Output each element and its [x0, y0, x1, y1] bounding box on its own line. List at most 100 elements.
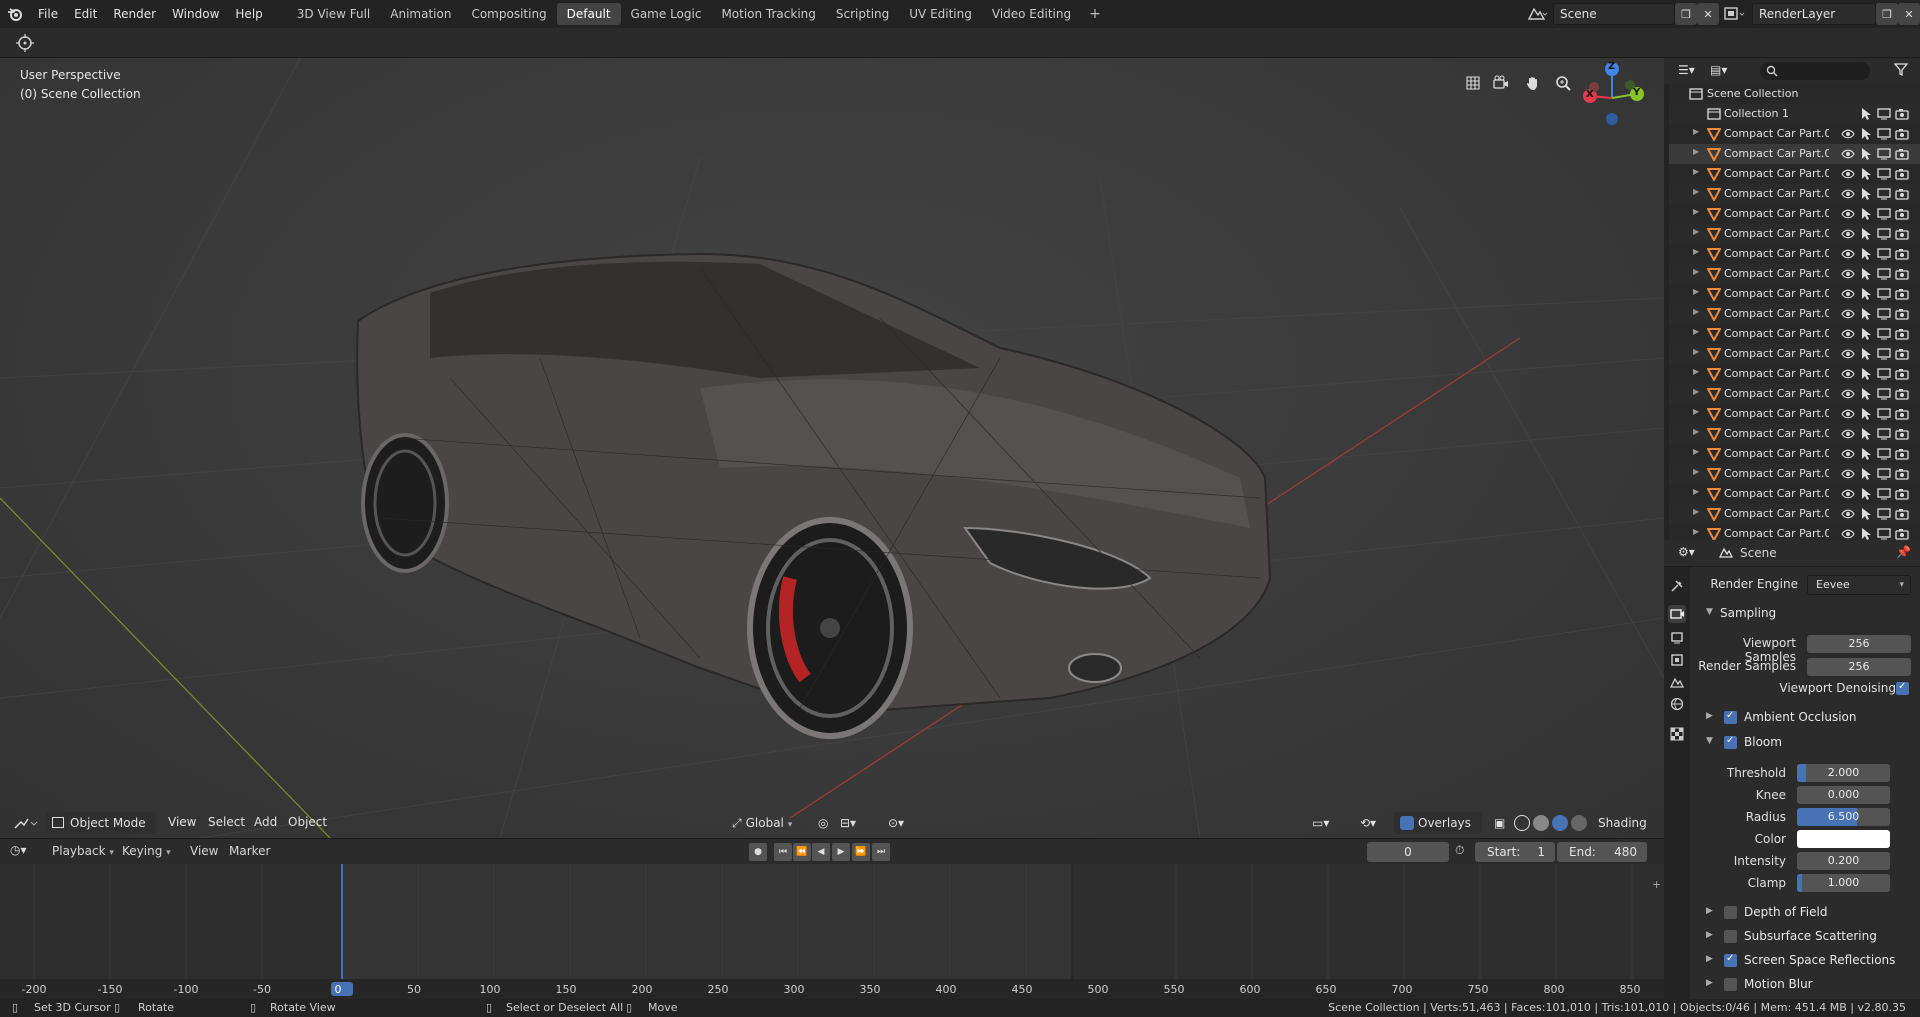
jump-end-icon[interactable]: ⏭ [872, 843, 890, 861]
expand-arrow-icon[interactable]: ▶ [1693, 187, 1699, 196]
render-tab-icon[interactable] [1668, 605, 1686, 623]
viewport-display-icon[interactable] [1877, 267, 1891, 281]
end-frame-field[interactable]: End: 480 [1557, 842, 1647, 862]
duplicate-scene-icon[interactable]: ❐ [1675, 3, 1697, 25]
duplicate-layer-icon[interactable]: ❐ [1876, 3, 1898, 25]
outliner-object-item[interactable]: ▶ Compact Car Part.0: [1669, 324, 1920, 344]
selectable-cursor-icon[interactable] [1859, 407, 1873, 421]
jump-start-icon[interactable]: ⏮ [774, 843, 792, 861]
tab-animation[interactable]: Animation [380, 3, 461, 25]
viewport-display-icon[interactable] [1877, 487, 1891, 501]
selectable-cursor-icon[interactable] [1859, 207, 1873, 221]
outliner-scene-collection[interactable]: Scene Collection [1669, 84, 1920, 104]
threshold-slider[interactable]: 2.000 [1797, 764, 1890, 782]
render-camera-icon[interactable] [1895, 487, 1909, 501]
outliner-collection-1[interactable]: Collection 1 [1669, 104, 1920, 124]
outliner-object-item[interactable]: ▶ Compact Car Part.0: [1669, 344, 1920, 364]
timeline-menu-keying[interactable]: Keying ▾ [122, 844, 171, 858]
screen-space-reflections-section[interactable]: ▶ Screen Space Reflections [1690, 950, 1916, 972]
3d-viewport[interactable]: User Perspective (0) Scene Collection Z … [0, 58, 1664, 838]
render-camera-icon[interactable] [1895, 187, 1909, 201]
render-camera-icon[interactable] [1895, 167, 1909, 181]
pan-hand-icon[interactable] [1520, 70, 1546, 96]
expand-arrow-icon[interactable]: ▶ [1693, 267, 1699, 276]
viewport-display-icon[interactable] [1877, 327, 1891, 341]
outliner-object-item[interactable]: ▶ Compact Car Part.0 [1669, 224, 1920, 244]
viewport-display-icon[interactable] [1877, 147, 1891, 161]
timeline-add-region-icon[interactable]: + [1652, 878, 1661, 891]
render-camera-icon[interactable] [1895, 347, 1909, 361]
outliner-object-item[interactable]: ▶ Compact Car Part.0 [1669, 304, 1920, 324]
depth-of-field-section[interactable]: ▶ Depth of Field [1690, 902, 1916, 924]
outliner-search-input[interactable] [1760, 62, 1870, 80]
current-frame-field[interactable]: 0 [1367, 842, 1449, 862]
output-tab-icon[interactable] [1668, 629, 1686, 647]
expand-arrow-icon[interactable]: ▶ [1693, 447, 1699, 456]
selectable-cursor-icon[interactable] [1859, 467, 1873, 481]
expand-arrow-icon[interactable]: ▶ [1693, 127, 1699, 136]
filter-icon[interactable] [1893, 63, 1910, 80]
viewport-display-icon[interactable] [1877, 207, 1891, 221]
outliner-object-item[interactable]: ▶ Compact Car Part.0( [1669, 144, 1920, 164]
viewport-menu-add[interactable]: Add [254, 815, 277, 829]
viewport-menu-view[interactable]: View [168, 815, 196, 829]
intensity-field[interactable]: 0.200 [1797, 852, 1890, 870]
render-camera-icon[interactable] [1895, 467, 1909, 481]
viewport-display-icon[interactable] [1877, 527, 1891, 540]
outliner-object-item[interactable]: ▶ Compact Car Part.0: [1669, 364, 1920, 384]
car-model[interactable] [356, 252, 1272, 739]
menu-render[interactable]: Render [105, 0, 164, 28]
render-camera-icon[interactable] [1895, 247, 1909, 261]
motion-blur-checkbox[interactable] [1724, 978, 1737, 991]
start-frame-field[interactable]: Start: 1 [1475, 842, 1555, 862]
expand-arrow-icon[interactable]: ▶ [1693, 287, 1699, 296]
delete-scene-icon[interactable]: ✕ [1697, 3, 1719, 25]
pivot-point-icon[interactable]: ◎ [812, 812, 832, 834]
outliner-object-item[interactable]: ▶ Compact Car Part.0: [1669, 504, 1920, 524]
viewport-display-icon[interactable] [1877, 467, 1891, 481]
outliner-object-item[interactable]: ▶ Compact Car Part.0 [1669, 204, 1920, 224]
transform-orientation-dropdown[interactable]: ⤢ Global ▾ [726, 812, 810, 834]
eye-icon[interactable] [1841, 287, 1855, 301]
viewport-samples-field[interactable]: 256 [1807, 635, 1911, 653]
render-camera-icon[interactable] [1895, 127, 1909, 141]
clamp-slider[interactable]: 1.000 [1797, 874, 1890, 892]
selectable-cursor-icon[interactable] [1859, 107, 1873, 121]
gizmo-toggle-icon[interactable]: ⟲▾ [1354, 812, 1390, 834]
render-camera-icon[interactable] [1895, 427, 1909, 441]
eye-icon[interactable] [1841, 367, 1855, 381]
eye-icon[interactable] [1841, 347, 1855, 361]
selectable-cursor-icon[interactable] [1859, 327, 1873, 341]
radius-slider[interactable]: 6.500 [1797, 808, 1890, 826]
overlays-dropdown[interactable]: Overlays ▾ [1394, 812, 1482, 834]
knee-field[interactable]: 0.000 [1797, 786, 1890, 804]
outliner-object-item[interactable]: ▶ Compact Car Part.0( [1669, 164, 1920, 184]
render-camera-icon[interactable] [1895, 107, 1909, 121]
world-tab-icon[interactable] [1668, 695, 1686, 713]
eye-icon[interactable] [1841, 387, 1855, 401]
expand-arrow-icon[interactable]: ▶ [1693, 467, 1699, 476]
selectable-cursor-icon[interactable] [1859, 307, 1873, 321]
selectable-cursor-icon[interactable] [1859, 367, 1873, 381]
expand-arrow-icon[interactable]: ▶ [1693, 227, 1699, 236]
display-mode-icon[interactable]: ▤▾ [1710, 63, 1727, 77]
expand-arrow-icon[interactable]: ▶ [1693, 507, 1699, 516]
viewport-display-icon[interactable] [1877, 427, 1891, 441]
eye-icon[interactable] [1841, 427, 1855, 441]
outliner-object-item[interactable]: ▶ Compact Car Part.0: [1669, 464, 1920, 484]
viewport-menu-select[interactable]: Select [208, 815, 245, 829]
outliner-object-item[interactable]: ▶ Compact Car Part.0: [1669, 384, 1920, 404]
eye-icon[interactable] [1841, 307, 1855, 321]
viewport-display-icon[interactable] [1877, 507, 1891, 521]
view-layer-field[interactable]: RenderLayer [1752, 3, 1876, 25]
viewport-menu-object[interactable]: Object [288, 815, 327, 829]
eye-icon[interactable] [1841, 447, 1855, 461]
bloom-color-swatch[interactable] [1797, 830, 1890, 848]
expand-arrow-icon[interactable]: ▶ [1693, 487, 1699, 496]
delete-layer-icon[interactable]: ✕ [1898, 3, 1920, 25]
selectable-cursor-icon[interactable] [1859, 387, 1873, 401]
camera-icon[interactable] [1488, 70, 1514, 96]
expand-arrow-icon[interactable]: ▶ [1693, 387, 1699, 396]
viewport-display-icon[interactable] [1877, 367, 1891, 381]
motion-blur-section[interactable]: ▶ Motion Blur [1690, 974, 1916, 996]
